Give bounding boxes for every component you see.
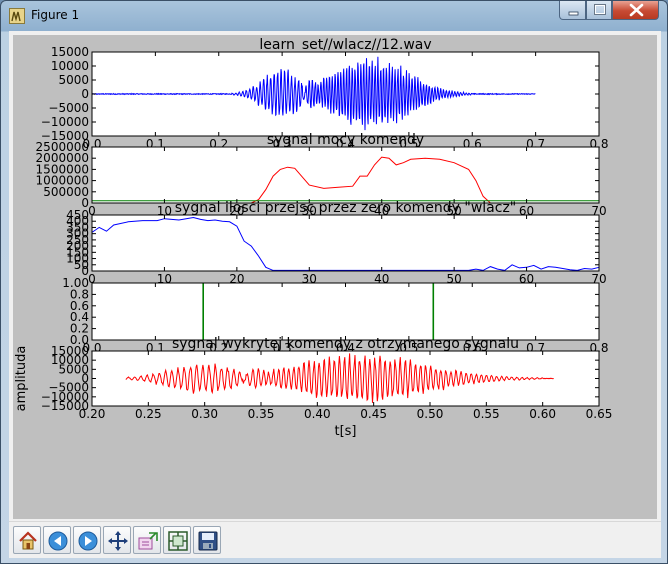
pan-icon [108, 531, 128, 551]
close-button[interactable] [612, 1, 659, 20]
axes-5-xtick-label: 0.55 [473, 407, 500, 421]
axes-5-xtick-label: 0.40 [304, 407, 331, 421]
figure-canvas[interactable]: 0.0 0.1 0.2 0.3 0.4 0.5 0.6 0.7 0.8 15000 10000 500… [13, 35, 657, 519]
forward-icon [78, 531, 98, 551]
axes-1-ytick-label: 5000 [58, 73, 89, 87]
close-icon [629, 3, 644, 17]
back-icon [48, 531, 68, 551]
save-icon [198, 531, 218, 551]
axes-3-title: sygnal ilosci przejsc przez zero komendy… [175, 200, 516, 216]
axes-2-title: sygnal mocy komendy [267, 132, 424, 148]
zoom-button[interactable] [163, 526, 191, 554]
axes-1-ytick-label: −10000 [41, 115, 89, 129]
axes-1-ytick-label: 10000 [51, 59, 89, 73]
axes-3-background[interactable] [92, 215, 599, 271]
axes-1-ytick-label: 15000 [51, 45, 89, 59]
axes-5-xtick-label: 0.50 [417, 407, 444, 421]
window-title: Figure 1 [31, 8, 80, 22]
back-button[interactable] [43, 526, 71, 554]
home-button[interactable] [13, 526, 41, 554]
forward-button[interactable] [73, 526, 101, 554]
axes-2-background[interactable] [92, 147, 599, 203]
axes-1-ytick-label: −5000 [48, 101, 89, 115]
axes-5-xlabel: t[s] [334, 424, 356, 439]
title-bar[interactable]: Figure 1 [1, 1, 667, 31]
axes-1-title: learn_set//wlacz//12.wav [259, 37, 431, 53]
home-icon [19, 531, 37, 550]
axes-5-xtick-label: 0.65 [586, 407, 613, 421]
navigation-toolbar [9, 521, 661, 558]
matplotlib-app-icon [9, 8, 25, 24]
save-button[interactable] [193, 526, 221, 554]
axes-5-ytick-label: −15000 [41, 399, 89, 413]
axes-5-xtick-label: 0.60 [529, 407, 556, 421]
zoom-icon [168, 531, 188, 551]
minimize-icon [568, 11, 579, 16]
axes-5-ylabel: amplituda [14, 346, 29, 412]
plots-svg: 0.0 0.1 0.2 0.3 0.4 0.5 0.6 0.7 0.81500010000500… [14, 37, 613, 439]
axes-5-xtick-label: 0.45 [360, 407, 387, 421]
figure-client-area: 0.0 0.1 0.2 0.3 0.4 0.5 0.6 0.7 0.8 15000 10000 500… [9, 31, 661, 521]
subplots-icon [138, 532, 158, 550]
figure-window: Figure 1 0.0 0.1 0.2 0.3 0.4 0.5 0.6 0.7 0.8 1500… [0, 0, 668, 564]
maximize-button[interactable] [586, 1, 612, 20]
axes-4-background[interactable] [92, 283, 599, 340]
pan-button[interactable] [103, 526, 131, 554]
maximize-icon [594, 4, 606, 15]
axes-5-title: sygnal wykrytej komendy z otrzymanego sy… [172, 336, 519, 352]
axes-5-xtick-label: 0.35 [248, 407, 275, 421]
minimize-button[interactable] [559, 1, 586, 20]
axes-5-xtick-label: 0.25 [135, 407, 162, 421]
axes-5-xtick-label: 0.30 [191, 407, 218, 421]
axes-1-ytick-label: 0 [81, 87, 89, 101]
subplots-button[interactable] [133, 526, 161, 554]
